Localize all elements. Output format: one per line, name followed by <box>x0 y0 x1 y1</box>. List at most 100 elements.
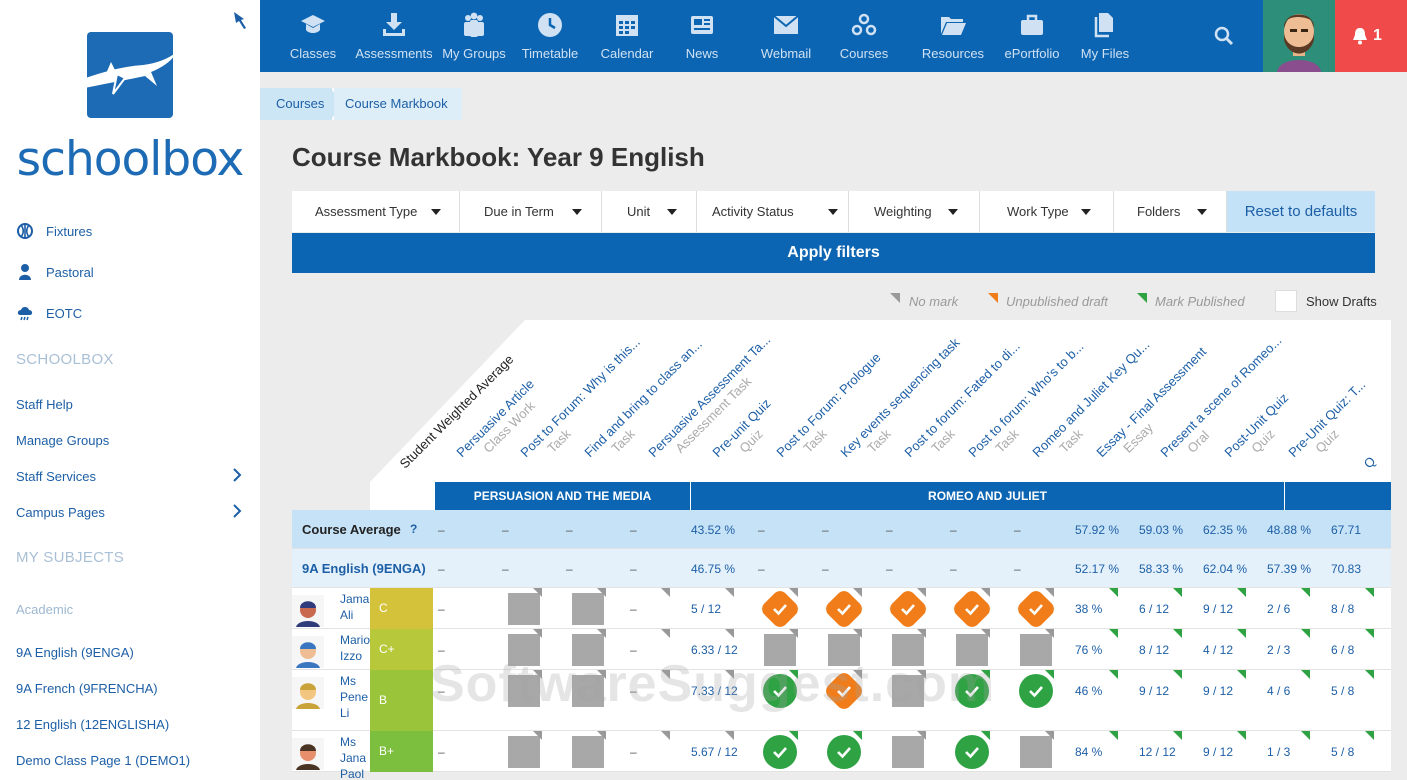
filter-activity-status[interactable]: Activity Status <box>697 191 849 232</box>
student-avatar[interactable] <box>292 595 324 627</box>
filter-unit[interactable]: Unit <box>602 191 697 232</box>
search-icon[interactable] <box>1210 22 1238 50</box>
no-mark-cell[interactable] <box>1020 736 1052 768</box>
cell-value[interactable]: – <box>438 745 445 759</box>
cell-value[interactable]: 8 / 12 <box>1139 643 1169 657</box>
grade-badge[interactable]: B <box>370 670 433 731</box>
mark-published-icon[interactable] <box>1019 674 1053 708</box>
show-drafts-checkbox[interactable] <box>1275 290 1297 312</box>
nav-resources[interactable]: Resources <box>909 0 997 72</box>
nav-classes[interactable]: Classes <box>281 0 345 72</box>
cell-value[interactable]: – <box>630 745 637 759</box>
cell-value[interactable]: 2 / 6 <box>1267 602 1290 616</box>
no-mark-cell[interactable] <box>764 634 796 666</box>
sidebar-subject[interactable]: 9A English (9ENGA) <box>16 645 134 660</box>
sidebar-item-staff-help[interactable]: Staff Help <box>16 397 73 412</box>
no-mark-cell[interactable] <box>508 736 540 768</box>
cell-value[interactable]: 84 % <box>1075 745 1102 759</box>
sidebar-subject[interactable]: 9A French (9FRENCHA) <box>16 681 158 696</box>
nav-calendar[interactable]: Calendar <box>589 0 665 72</box>
sidebar-item-manage-groups[interactable]: Manage Groups <box>16 433 109 448</box>
cell-value[interactable]: 12 / 12 <box>1139 745 1176 759</box>
cell-value[interactable]: 4 / 12 <box>1203 643 1233 657</box>
student-avatar[interactable] <box>292 738 324 770</box>
no-mark-cell[interactable] <box>572 593 604 625</box>
no-mark-cell[interactable] <box>956 634 988 666</box>
filter-work-type[interactable]: Work Type <box>980 191 1114 232</box>
mark-published-icon[interactable] <box>763 674 797 708</box>
mark-published-icon[interactable] <box>763 735 797 769</box>
cell-value[interactable]: 9 / 12 <box>1139 684 1169 698</box>
cell-value[interactable]: – <box>438 643 445 657</box>
reset-to-defaults-button[interactable]: Reset to defaults <box>1227 191 1375 232</box>
student-avatar[interactable] <box>292 636 324 668</box>
nav-eportfolio[interactable]: ePortfolio <box>989 0 1075 72</box>
nav-my-groups[interactable]: My Groups <box>429 0 519 72</box>
filter-weighting[interactable]: Weighting <box>849 191 980 232</box>
no-mark-cell[interactable] <box>1020 634 1052 666</box>
chevron-right-icon[interactable] <box>231 468 243 482</box>
cell-value[interactable]: 8 / 8 <box>1331 602 1354 616</box>
no-mark-cell[interactable] <box>892 634 924 666</box>
nav-courses[interactable]: Courses <box>829 0 899 72</box>
student-name[interactable]: Ms Jana Paol <box>340 734 370 780</box>
nav-my-files[interactable]: My Files <box>1069 0 1141 72</box>
cell-value[interactable]: 38 % <box>1075 602 1102 616</box>
notifications-button[interactable]: 1 <box>1335 0 1407 72</box>
grade-badge[interactable]: C <box>370 588 433 629</box>
grade-badge[interactable]: B+ <box>370 731 433 772</box>
student-name[interactable]: Ms Pene Li <box>340 673 370 721</box>
no-mark-cell[interactable] <box>572 675 604 707</box>
no-mark-cell[interactable] <box>508 675 540 707</box>
cell-value[interactable]: 76 % <box>1075 643 1102 657</box>
filter-assessment-type[interactable]: Assessment Type <box>292 191 460 232</box>
student-name[interactable]: Mario Izzo <box>340 632 370 664</box>
grade-badge[interactable]: C+ <box>370 629 433 670</box>
cell-value[interactable]: – <box>630 602 637 616</box>
cell-value[interactable]: – <box>438 602 445 616</box>
user-avatar[interactable] <box>1263 0 1335 72</box>
nav-timetable[interactable]: Timetable <box>509 0 591 72</box>
sidebar-item-staff-services[interactable]: Staff Services <box>16 469 96 484</box>
no-mark-cell[interactable] <box>828 634 860 666</box>
nav-webmail[interactable]: Webmail <box>749 0 823 72</box>
sidebar-item-fixtures[interactable]: Fixtures <box>46 224 92 239</box>
no-mark-cell[interactable] <box>892 675 924 707</box>
cell-value[interactable]: 5 / 8 <box>1331 745 1354 759</box>
column-header[interactable]: Q <box>1361 454 1379 472</box>
apply-filters-button[interactable]: Apply filters <box>292 233 1375 273</box>
sidebar-subject[interactable]: Demo Class Page 1 (DEMO1) <box>16 753 190 768</box>
cell-value[interactable]: 7.33 / 12 <box>691 684 738 698</box>
cell-value[interactable]: – <box>630 684 637 698</box>
cell-value[interactable]: 6 / 8 <box>1331 643 1354 657</box>
nav-news[interactable]: News <box>669 0 735 72</box>
filter-due-in-term[interactable]: Due in Term <box>460 191 602 232</box>
no-mark-cell[interactable] <box>892 736 924 768</box>
cell-value[interactable]: 1 / 3 <box>1267 745 1290 759</box>
cell-value[interactable]: 9 / 12 <box>1203 745 1233 759</box>
mark-published-icon[interactable] <box>955 735 989 769</box>
cell-value[interactable]: 2 / 3 <box>1267 643 1290 657</box>
breadcrumb-courses[interactable]: Courses <box>260 88 332 120</box>
cell-value[interactable]: 5.67 / 12 <box>691 745 738 759</box>
sidebar-item-campus-pages[interactable]: Campus Pages <box>16 505 105 520</box>
help-icon[interactable]: ? <box>410 522 417 536</box>
student-avatar[interactable] <box>292 677 324 709</box>
pin-icon[interactable] <box>230 10 250 30</box>
cell-value[interactable]: 46 % <box>1075 684 1102 698</box>
cell-value[interactable]: – <box>630 643 637 657</box>
cell-value[interactable]: 5 / 12 <box>691 602 721 616</box>
mark-published-icon[interactable] <box>955 674 989 708</box>
cell-value[interactable]: 9 / 12 <box>1203 602 1233 616</box>
sidebar-item-pastoral[interactable]: Pastoral <box>46 265 94 280</box>
cell-value[interactable]: 5 / 8 <box>1331 684 1354 698</box>
breadcrumb-course-markbook[interactable]: Course Markbook <box>334 88 462 120</box>
sidebar-item-eotc[interactable]: EOTC <box>46 306 82 321</box>
cell-value[interactable]: 6 / 12 <box>1139 602 1169 616</box>
chevron-right-icon[interactable] <box>231 504 243 518</box>
no-mark-cell[interactable] <box>508 593 540 625</box>
no-mark-cell[interactable] <box>508 634 540 666</box>
no-mark-cell[interactable] <box>572 736 604 768</box>
cell-value[interactable]: 4 / 6 <box>1267 684 1290 698</box>
sidebar-subject[interactable]: 12 English (12ENGLISHA) <box>16 717 169 732</box>
